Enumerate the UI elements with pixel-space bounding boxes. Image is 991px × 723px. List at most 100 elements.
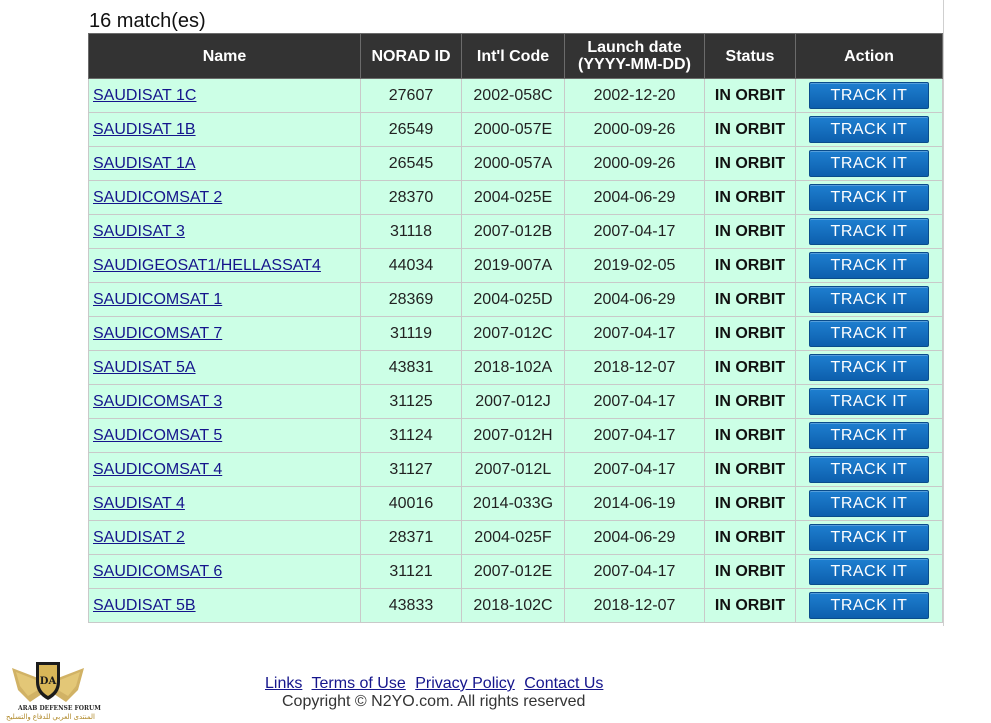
cell-intl-code: 2014-033G — [461, 486, 565, 521]
footer-link-contact[interactable]: Contact Us — [524, 675, 603, 692]
table-row: SAUDISAT 1B 26549 2000-057E 2000-09-26 IN OR… — [88, 112, 943, 147]
track-it-button[interactable]: TRACK IT — [809, 558, 929, 585]
track-it-button[interactable]: TRACK IT — [809, 218, 929, 245]
column-header-name[interactable]: Name — [88, 33, 361, 79]
satellite-name-link[interactable]: SAUDIGEOSAT1/HELLASSAT4 — [93, 257, 321, 274]
satellite-name-link[interactable]: SAUDISAT 4 — [93, 495, 185, 512]
track-it-button[interactable]: TRACK IT — [809, 388, 929, 415]
track-it-button[interactable]: TRACK IT — [809, 592, 929, 619]
cell-norad-id: 31121 — [360, 554, 462, 589]
satellite-name-link[interactable]: SAUDISAT 3 — [93, 223, 185, 240]
cell-norad-id: 31127 — [360, 452, 462, 487]
satellite-name-link[interactable]: SAUDISAT 2 — [93, 529, 185, 546]
satellite-name-link[interactable]: SAUDICOMSAT 2 — [93, 189, 222, 206]
match-count: 16 match(es) — [89, 10, 206, 32]
cell-intl-code: 2019-007A — [461, 248, 565, 283]
cell-norad-id: 31124 — [360, 418, 462, 453]
track-it-button[interactable]: TRACK IT — [809, 524, 929, 551]
column-header-norad-id[interactable]: NORAD ID — [360, 33, 462, 79]
track-it-button[interactable]: TRACK IT — [809, 184, 929, 211]
cell-norad-id: 31118 — [360, 214, 462, 249]
footer-link-links[interactable]: Links — [265, 675, 302, 692]
cell-status: IN ORBIT — [704, 486, 796, 521]
track-it-button[interactable]: TRACK IT — [809, 82, 929, 109]
cell-intl-code: 2007-012H — [461, 418, 565, 453]
cell-status: IN ORBIT — [704, 316, 796, 351]
cell-norad-id: 43833 — [360, 588, 462, 623]
track-it-button[interactable]: TRACK IT — [809, 252, 929, 279]
table-row: SAUDICOMSAT 3 31125 2007-012J 2007-04-17 IN … — [88, 384, 943, 419]
satellite-name-link[interactable]: SAUDICOMSAT 3 — [93, 393, 222, 410]
cell-action: TRACK IT — [795, 418, 943, 453]
cell-status: IN ORBIT — [704, 452, 796, 487]
cell-launch-date: 2004-06-29 — [564, 282, 705, 317]
footer-link-terms[interactable]: Terms of Use — [312, 675, 406, 692]
cell-action: TRACK IT — [795, 588, 943, 623]
cell-intl-code: 2000-057A — [461, 146, 565, 181]
satellite-name-link[interactable]: SAUDISAT 1A — [93, 155, 196, 172]
cell-action: TRACK IT — [795, 350, 943, 385]
cell-norad-id: 26545 — [360, 146, 462, 181]
cell-launch-date: 2018-12-07 — [564, 350, 705, 385]
cell-action: TRACK IT — [795, 180, 943, 215]
cell-launch-date: 2007-04-17 — [564, 452, 705, 487]
satellite-name-link[interactable]: SAUDICOMSAT 1 — [93, 291, 222, 308]
column-header-action: Action — [795, 33, 943, 79]
table-row: SAUDICOMSAT 6 31121 2007-012E 2007-04-17 IN … — [88, 554, 943, 589]
cell-intl-code: 2004-025F — [461, 520, 565, 555]
column-header-status[interactable]: Status — [704, 33, 796, 79]
cell-action: TRACK IT — [795, 520, 943, 555]
cell-launch-date: 2019-02-05 — [564, 248, 705, 283]
footer-link-privacy[interactable]: Privacy Policy — [415, 675, 515, 692]
track-it-button[interactable]: TRACK IT — [809, 422, 929, 449]
content-right-border — [943, 0, 944, 626]
satellite-name-link[interactable]: SAUDICOMSAT 6 — [93, 563, 222, 580]
footer-links: Links Terms of Use Privacy Policy Contac… — [265, 675, 608, 693]
cell-action: TRACK IT — [795, 214, 943, 249]
track-it-button[interactable]: TRACK IT — [809, 354, 929, 381]
cell-action: TRACK IT — [795, 316, 943, 351]
cell-launch-date: 2000-09-26 — [564, 112, 705, 147]
satellite-name-link[interactable]: SAUDISAT 5A — [93, 359, 196, 376]
track-it-button[interactable]: TRACK IT — [809, 150, 929, 177]
track-it-button[interactable]: TRACK IT — [809, 320, 929, 347]
cell-intl-code: 2002-058C — [461, 78, 565, 113]
cell-name: SAUDICOMSAT 3 — [88, 384, 361, 419]
cell-intl-code: 2007-012B — [461, 214, 565, 249]
cell-intl-code: 2004-025E — [461, 180, 565, 215]
satellite-name-link[interactable]: SAUDISAT 1C — [93, 87, 196, 104]
satellite-name-link[interactable]: SAUDICOMSAT 4 — [93, 461, 222, 478]
cell-name: SAUDICOMSAT 5 — [88, 418, 361, 453]
cell-action: TRACK IT — [795, 282, 943, 317]
track-it-button[interactable]: TRACK IT — [809, 286, 929, 313]
cell-launch-date: 2007-04-17 — [564, 384, 705, 419]
logo-monogram: DA — [40, 676, 57, 687]
satellite-name-link[interactable]: SAUDICOMSAT 7 — [93, 325, 222, 342]
satellite-name-link[interactable]: SAUDISAT 5B — [93, 597, 196, 614]
cell-intl-code: 2007-012C — [461, 316, 565, 351]
track-it-button[interactable]: TRACK IT — [809, 490, 929, 517]
launch-date-header-line2: (YYYY-MM-DD) — [578, 56, 691, 73]
cell-status: IN ORBIT — [704, 350, 796, 385]
column-header-launch-date[interactable]: Launch date (YYYY-MM-DD) — [564, 33, 705, 79]
page: 16 match(es) Name NORAD ID Int'l Code La… — [0, 0, 991, 723]
track-it-button[interactable]: TRACK IT — [809, 456, 929, 483]
cell-launch-date: 2018-12-07 — [564, 588, 705, 623]
cell-action: TRACK IT — [795, 112, 943, 147]
track-it-button[interactable]: TRACK IT — [809, 116, 929, 143]
cell-status: IN ORBIT — [704, 180, 796, 215]
cell-launch-date: 2007-04-17 — [564, 316, 705, 351]
cell-action: TRACK IT — [795, 554, 943, 589]
cell-intl-code: 2007-012L — [461, 452, 565, 487]
table-row: SAUDISAT 1A 26545 2000-057A 2000-09-26 IN OR… — [88, 146, 943, 181]
cell-action: TRACK IT — [795, 384, 943, 419]
cell-intl-code: 2007-012J — [461, 384, 565, 419]
satellite-name-link[interactable]: SAUDISAT 1B — [93, 121, 196, 138]
cell-name: SAUDISAT 4 — [88, 486, 361, 521]
cell-action: TRACK IT — [795, 78, 943, 113]
cell-status: IN ORBIT — [704, 78, 796, 113]
satellite-name-link[interactable]: SAUDICOMSAT 5 — [93, 427, 222, 444]
column-header-intl-code[interactable]: Int'l Code — [461, 33, 565, 79]
cell-name: SAUDICOMSAT 4 — [88, 452, 361, 487]
cell-intl-code: 2007-012E — [461, 554, 565, 589]
